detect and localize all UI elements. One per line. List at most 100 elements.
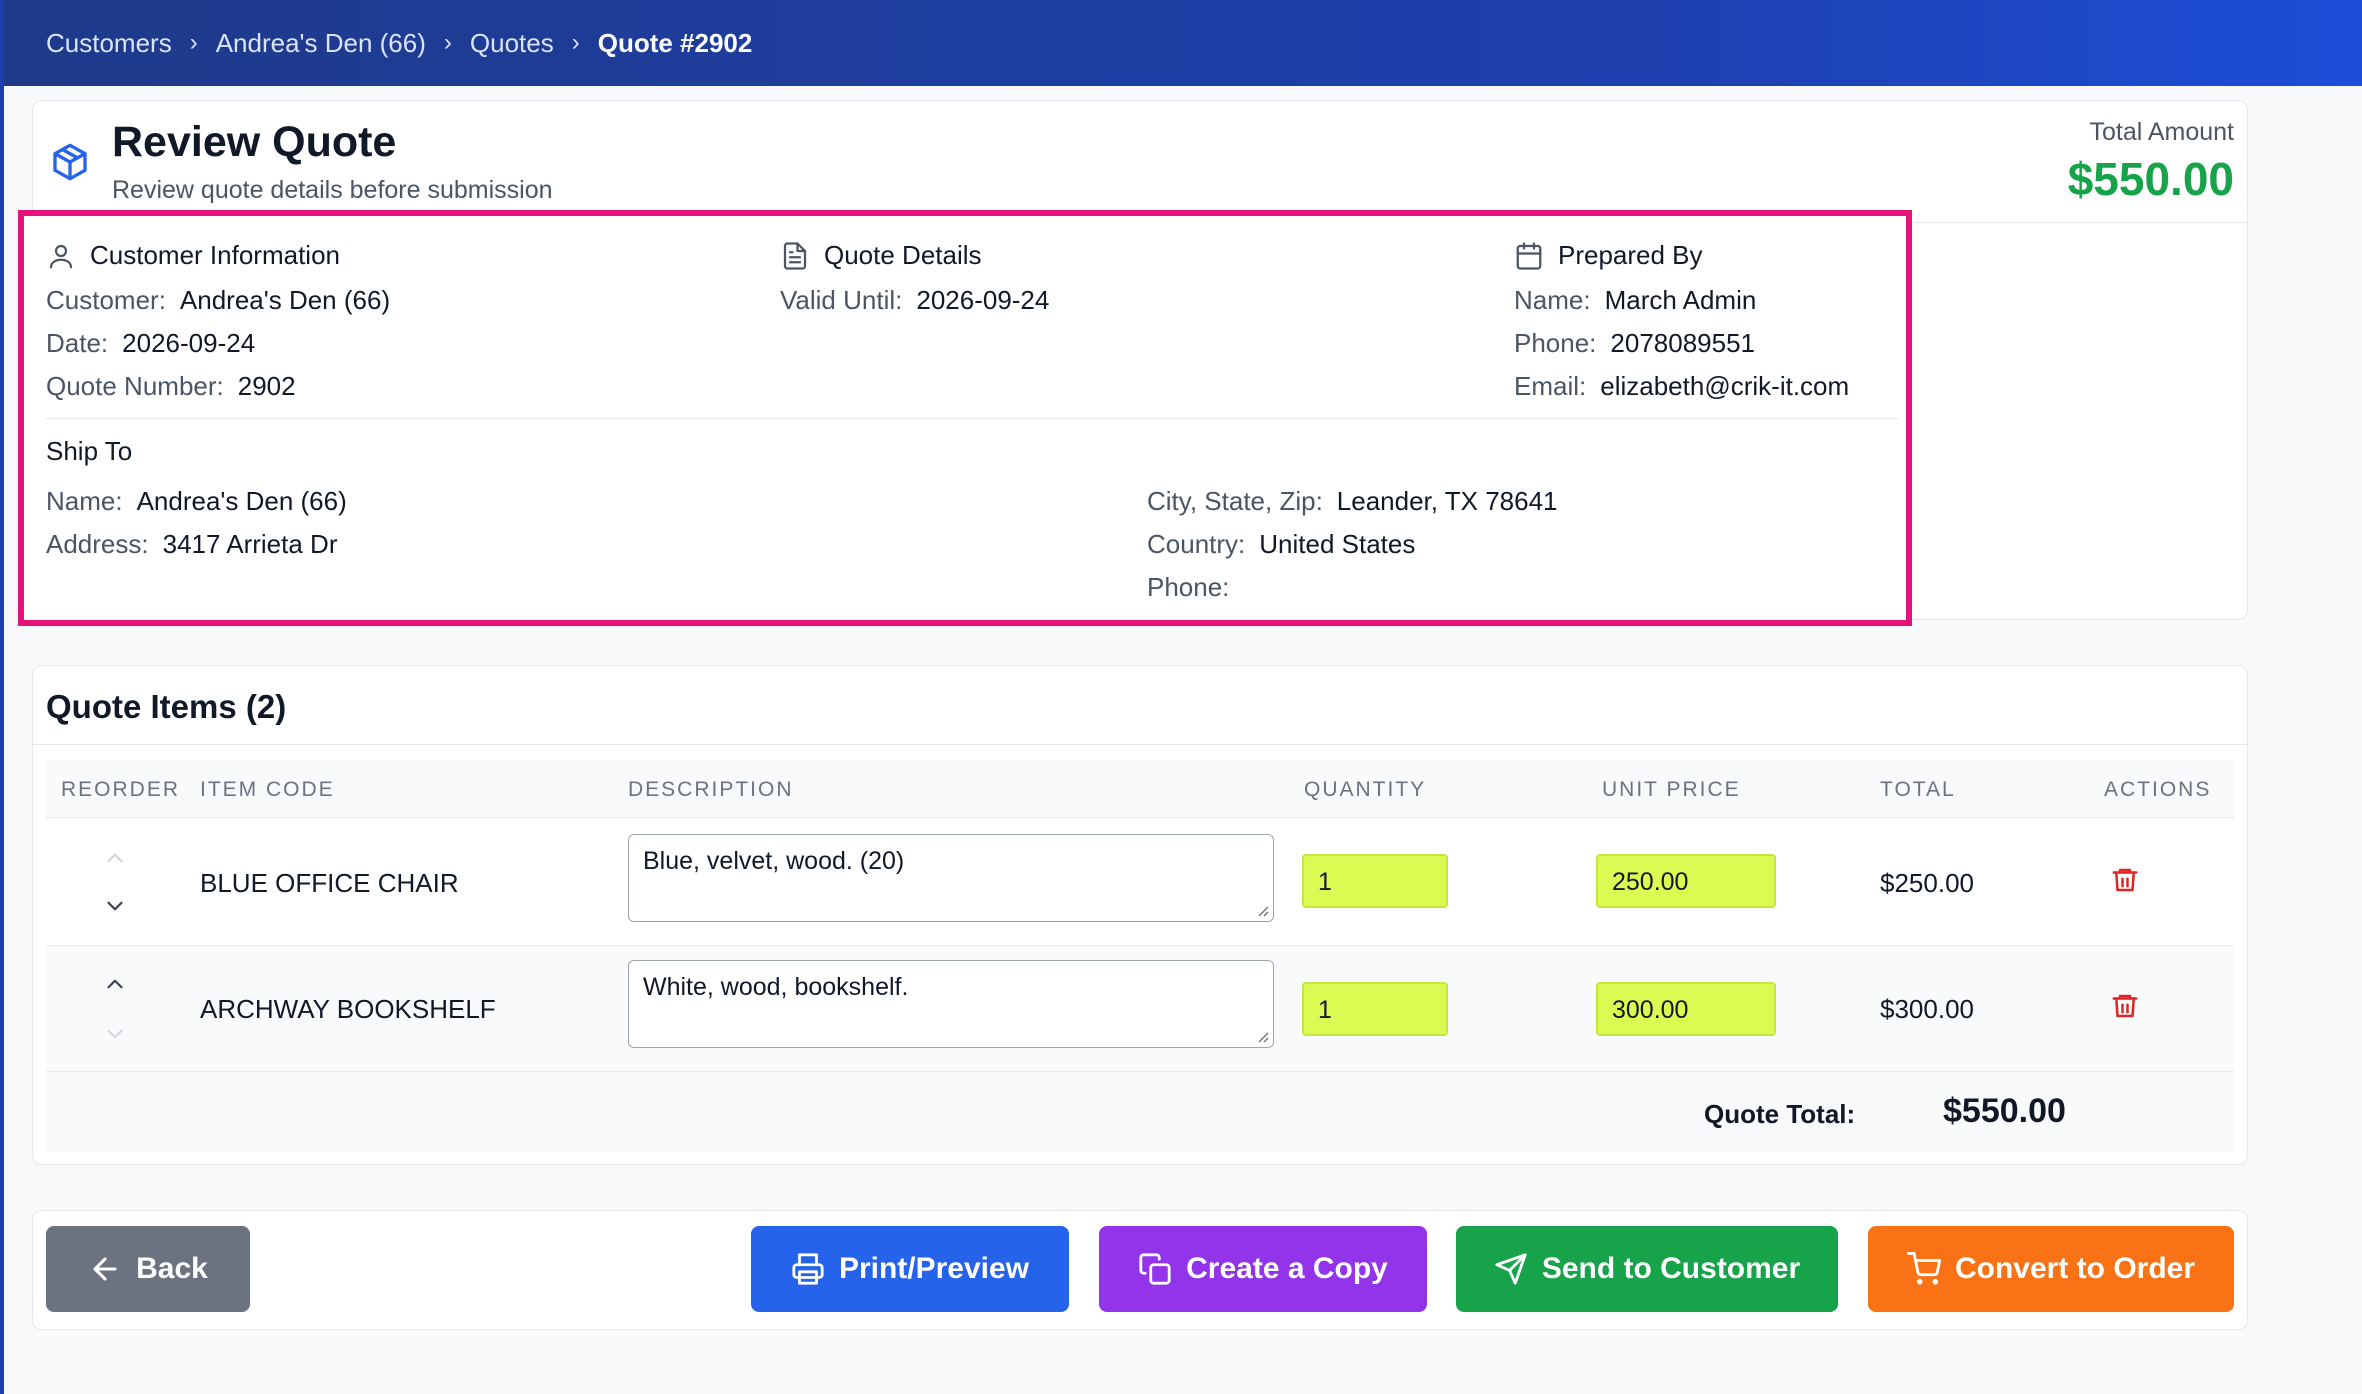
- ship-country-label: Country:: [1147, 529, 1246, 559]
- ship-address-row: Address: 3417 Arrieta Dr: [46, 529, 337, 560]
- customer-value: Andrea's Den (66): [179, 285, 391, 315]
- chevron-down-icon[interactable]: [102, 893, 128, 919]
- resize-handle-icon[interactable]: [1255, 1029, 1269, 1043]
- breadcrumb-customer[interactable]: Andrea's Den (66): [216, 28, 426, 59]
- trash-icon[interactable]: [2110, 864, 2140, 896]
- prepared-name-label: Name:: [1514, 285, 1591, 315]
- description-textarea[interactable]: White, wood, bookshelf.: [628, 960, 1274, 1048]
- quote-total-label: Quote Total:: [1704, 1099, 1856, 1129]
- breadcrumb: Customers › Andrea's Den (66) › Quotes ›…: [0, 0, 2362, 86]
- page: Customers › Andrea's Den (66) › Quotes ›…: [0, 0, 2362, 1394]
- prepared-phone-label: Phone:: [1514, 328, 1597, 358]
- breadcrumb-quotes[interactable]: Quotes: [470, 28, 554, 59]
- prepared-phone-row: Phone: 2078089551: [1514, 328, 1755, 359]
- page-title: Review Quote: [112, 118, 397, 166]
- quote-details-heading: Quote Details: [780, 240, 982, 271]
- user-icon: [49, 244, 73, 268]
- convert-label: Convert to Order: [1954, 1252, 2196, 1285]
- unit-price-input[interactable]: 300.00: [1596, 982, 1776, 1036]
- col-actions: ACTIONS: [2104, 778, 2212, 801]
- send-icon: [1495, 1253, 1527, 1285]
- quantity-input[interactable]: 1: [1302, 982, 1448, 1036]
- ship-name-label: Name:: [46, 486, 123, 516]
- prepared-email-label: Email:: [1514, 371, 1587, 401]
- calendar-icon: [1516, 241, 1542, 270]
- breadcrumb-customers[interactable]: Customers: [46, 28, 172, 59]
- arrow-left-icon: [93, 1257, 117, 1281]
- send-label: Send to Customer: [1541, 1252, 1801, 1285]
- col-reorder: REORDER: [61, 778, 181, 801]
- col-unit-price: UNIT PRICE: [1602, 778, 1741, 801]
- trash-icon[interactable]: [2110, 990, 2140, 1022]
- breadcrumb-separator: ›: [571, 29, 580, 56]
- chevron-up-icon[interactable]: [102, 971, 128, 997]
- resize-handle-icon[interactable]: [1255, 903, 1269, 917]
- prepared-by-heading: Prepared By: [1514, 240, 1703, 271]
- document-icon: [783, 241, 807, 270]
- date-value: 2026-09-24: [122, 328, 256, 358]
- create-copy-button[interactable]: Create a Copy: [1099, 1226, 1427, 1312]
- ship-name-row: Name: Andrea's Den (66): [46, 486, 347, 517]
- back-button[interactable]: Back: [46, 1226, 250, 1312]
- description-text: Blue, velvet, wood. (20): [643, 847, 905, 875]
- prepared-phone-value: 2078089551: [1610, 328, 1756, 358]
- prepared-name-value: March Admin: [1604, 285, 1757, 315]
- customer-label: Customer:: [46, 285, 166, 315]
- send-to-customer-button[interactable]: Send to Customer: [1456, 1226, 1838, 1312]
- line-total: $250.00: [1880, 868, 1974, 898]
- breadcrumb-current: Quote #2902: [597, 27, 753, 58]
- printer-icon: [792, 1253, 824, 1285]
- quote-total-value: $550.00: [1943, 1092, 2066, 1130]
- quote-total-row: [46, 1072, 2234, 1152]
- prepared-email-row: Email: elizabeth@crik-it.com: [1514, 371, 1849, 402]
- prepared-name-row: Name: March Admin: [1514, 285, 1756, 316]
- breadcrumb-separator: ›: [443, 29, 452, 56]
- page-subtitle: Review quote details before submission: [112, 176, 553, 204]
- ship-city-row: City, State, Zip: Leander, TX 78641: [1147, 486, 1558, 517]
- ship-city-value: Leander, TX 78641: [1336, 486, 1558, 516]
- print-preview-button[interactable]: Print/Preview: [751, 1226, 1069, 1312]
- customer-info-heading: Customer Information: [46, 240, 340, 271]
- total-amount-label: Total Amount: [2089, 118, 2234, 146]
- chevron-down-icon[interactable]: [102, 1021, 128, 1047]
- chevron-up-icon[interactable]: [102, 845, 128, 871]
- valid-until-row: Valid Until: 2026-09-24: [780, 285, 1049, 316]
- item-code: BLUE OFFICE CHAIR: [200, 868, 459, 898]
- unit-price-input[interactable]: 250.00: [1596, 854, 1776, 908]
- ship-to-title: Ship To: [46, 436, 133, 466]
- copy-label: Create a Copy: [1186, 1252, 1388, 1285]
- print-label: Print/Preview: [838, 1252, 1030, 1285]
- ship-country-row: Country: United States: [1147, 529, 1415, 560]
- valid-until-value: 2026-09-24: [916, 285, 1050, 315]
- quote-details-title: Quote Details: [824, 240, 982, 270]
- ship-phone-row: Phone:: [1147, 572, 1243, 603]
- customer-row: Customer: Andrea's Den (66): [46, 285, 390, 316]
- ship-country-value: United States: [1259, 529, 1416, 559]
- items-divider: [32, 744, 2248, 745]
- quantity-input[interactable]: 1: [1302, 854, 1448, 908]
- date-label: Date:: [46, 328, 109, 358]
- prepared-by-title: Prepared By: [1558, 240, 1703, 270]
- ship-city-label: City, State, Zip:: [1147, 486, 1323, 516]
- valid-until-label: Valid Until:: [780, 285, 903, 315]
- col-quantity: QUANTITY: [1304, 778, 1427, 801]
- ship-divider: [46, 418, 1898, 419]
- col-total: TOTAL: [1880, 778, 1956, 801]
- ship-address-value: 3417 Arrieta Dr: [162, 529, 338, 559]
- convert-to-order-button[interactable]: Convert to Order: [1868, 1226, 2234, 1312]
- date-row: Date: 2026-09-24: [46, 328, 255, 359]
- package-icon: [53, 143, 87, 181]
- line-total: $300.00: [1880, 994, 1974, 1024]
- cart-icon: [1906, 1252, 1941, 1285]
- description-textarea[interactable]: Blue, velvet, wood. (20): [628, 834, 1274, 922]
- prepared-email-value: elizabeth@crik-it.com: [1600, 371, 1850, 401]
- description-text: White, wood, bookshelf.: [643, 973, 909, 1001]
- col-item-code: ITEM CODE: [200, 778, 335, 801]
- quote-items-title: Quote Items (2): [46, 688, 287, 725]
- total-amount-value: $550.00: [2067, 153, 2234, 205]
- quote-number-value: 2902: [237, 371, 296, 401]
- ship-name-value: Andrea's Den (66): [136, 486, 347, 516]
- customer-info-title: Customer Information: [90, 240, 340, 270]
- col-description: DESCRIPTION: [628, 778, 794, 801]
- left-edge: [0, 0, 4, 1394]
